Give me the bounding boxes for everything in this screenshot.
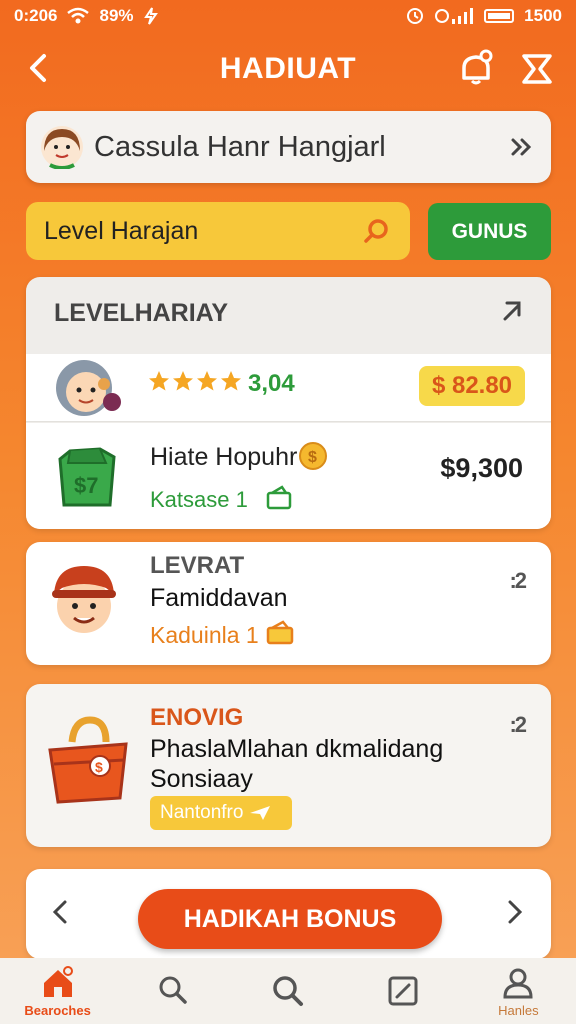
edit-icon bbox=[388, 976, 418, 1006]
back-arrow-icon[interactable] bbox=[20, 50, 56, 86]
search-icon[interactable] bbox=[362, 216, 392, 246]
wallet-icon bbox=[266, 620, 294, 645]
avatar bbox=[41, 126, 83, 169]
item-name: Hiate Hopuhr bbox=[150, 443, 298, 471]
item-subtitle: Katsase 1 bbox=[150, 487, 248, 512]
expand-arrow-icon[interactable] bbox=[497, 295, 527, 325]
grandma-avatar bbox=[56, 360, 121, 416]
level-panel: LEVELHARIAY 3,04 $ 82.80 $7 Hiate Hopuhr… bbox=[26, 277, 551, 529]
star-icon bbox=[197, 371, 217, 391]
item-amount: $9,300 bbox=[440, 453, 523, 483]
rating-value: 3,04 bbox=[248, 370, 295, 397]
filter-icon[interactable] bbox=[518, 50, 556, 88]
svg-text:$: $ bbox=[308, 449, 317, 466]
double-chevron-right-icon[interactable] bbox=[507, 132, 537, 162]
card-subtitle: Kaduinla 1 bbox=[150, 622, 259, 648]
price-badge: $ 82.80 bbox=[419, 366, 525, 406]
svg-text:$: $ bbox=[95, 759, 103, 775]
svg-text:$7: $7 bbox=[74, 473, 98, 498]
item-row[interactable]: $7 Hiate Hopuhr $ Katsase 1 $9,300 bbox=[26, 423, 551, 529]
level-label: Level Harajan bbox=[44, 216, 199, 245]
chevron-left-icon[interactable] bbox=[46, 897, 74, 927]
list-item[interactable]: $ ENOVIG PhaslaMlahan dkmalidang Sonsiaa… bbox=[26, 684, 551, 847]
notification-bell-icon[interactable] bbox=[456, 48, 496, 88]
bonus-card: HADIKAH BONUS bbox=[26, 869, 551, 959]
search-icon bbox=[159, 976, 187, 1004]
search-icon bbox=[273, 976, 303, 1006]
bottom-nav: Bearoches Hanles bbox=[0, 958, 576, 1024]
worker-avatar bbox=[52, 566, 116, 633]
card-kicker: ENOVIG bbox=[150, 704, 244, 731]
panel-title: LEVELHARIAY bbox=[54, 299, 229, 327]
star-icon bbox=[173, 371, 193, 391]
rating-row[interactable]: 3,04 $ 82.80 bbox=[26, 354, 551, 422]
user-bar[interactable]: Cassula Hanr Hangjarl bbox=[26, 111, 551, 183]
app-header: HADIUAT bbox=[0, 40, 576, 98]
wallet-icon bbox=[266, 485, 292, 510]
nav-label: Bearoches bbox=[24, 1002, 91, 1018]
list-item[interactable]: LEVRAT Famiddavan Kaduinla 1 :2 bbox=[26, 542, 551, 665]
more-options-button[interactable]: :2 bbox=[509, 712, 527, 738]
status-time: 0:206 bbox=[14, 6, 58, 25]
basket-icon: $ bbox=[48, 716, 128, 804]
money-bag-icon: $7 bbox=[58, 447, 116, 507]
charging-icon bbox=[143, 7, 158, 25]
nav-item-explore[interactable] bbox=[233, 958, 343, 1024]
status-bar: 0:206 89% 1500 bbox=[0, 0, 576, 32]
card-title: PhaslaMlahan dkmalidang Sonsiaay bbox=[150, 735, 444, 793]
nav-item-home[interactable]: Bearoches bbox=[3, 958, 113, 1024]
alarm-icon bbox=[407, 8, 424, 24]
more-options-button[interactable]: :2 bbox=[509, 568, 527, 594]
level-search-field[interactable]: Level Harajan bbox=[26, 202, 410, 260]
card-title: Famiddavan bbox=[150, 584, 288, 612]
profile-icon bbox=[503, 968, 533, 998]
claim-bonus-button[interactable]: HADIKAH BONUS bbox=[138, 889, 442, 949]
card-kicker: LEVRAT bbox=[150, 552, 245, 579]
status-clock: 1500 bbox=[524, 6, 562, 25]
star-rating bbox=[148, 370, 242, 392]
nav-label: Hanles bbox=[498, 1002, 539, 1018]
bonus-button[interactable]: GUNUS bbox=[428, 203, 551, 260]
star-icon bbox=[221, 371, 241, 391]
card-tag[interactable]: Nantonfro bbox=[150, 796, 292, 830]
battery-percent: 89% bbox=[99, 6, 134, 25]
signal-icon bbox=[435, 8, 474, 24]
nav-item-search[interactable] bbox=[118, 958, 228, 1024]
coin-icon: $ bbox=[299, 442, 327, 470]
home-icon bbox=[43, 965, 73, 997]
wifi-icon bbox=[67, 7, 90, 24]
chevron-right-icon[interactable] bbox=[501, 897, 529, 927]
plane-icon bbox=[250, 806, 271, 820]
user-name: Cassula Hanr Hangjarl bbox=[94, 130, 386, 163]
nav-item-profile[interactable]: Hanles bbox=[463, 958, 573, 1024]
page-title: HADIUAT bbox=[219, 52, 357, 85]
battery-icon bbox=[484, 9, 515, 23]
nav-item-edit[interactable] bbox=[348, 958, 458, 1024]
tag-label: Nantonfro bbox=[160, 802, 244, 823]
star-icon bbox=[149, 371, 169, 391]
